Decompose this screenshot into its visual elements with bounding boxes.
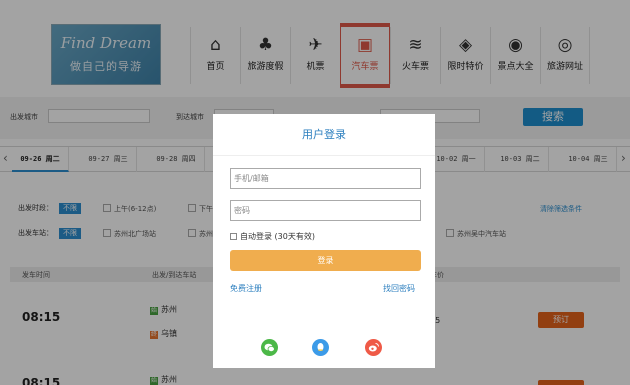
password-input[interactable]: [230, 200, 421, 221]
login-title: 用户登录: [213, 114, 435, 156]
wechat-icon: [264, 343, 275, 352]
wechat-login-icon[interactable]: [261, 339, 278, 356]
login-button[interactable]: 登录: [230, 250, 421, 271]
register-link[interactable]: 免费注册: [230, 283, 262, 294]
auto-login-option[interactable]: 自动登录 (30天有效): [230, 231, 315, 242]
username-input[interactable]: [230, 168, 421, 189]
auto-login-checkbox[interactable]: [230, 233, 237, 240]
qq-login-icon[interactable]: [312, 339, 329, 356]
login-modal: 用户登录 自动登录 (30天有效) 登录 免费注册 找回密码: [213, 114, 435, 368]
qq-icon: [317, 343, 324, 351]
forgot-password-link[interactable]: 找回密码: [383, 283, 415, 294]
weibo-login-icon[interactable]: [365, 339, 382, 356]
weibo-icon: [368, 343, 379, 352]
auto-login-label: 自动登录 (30天有效): [240, 232, 315, 241]
